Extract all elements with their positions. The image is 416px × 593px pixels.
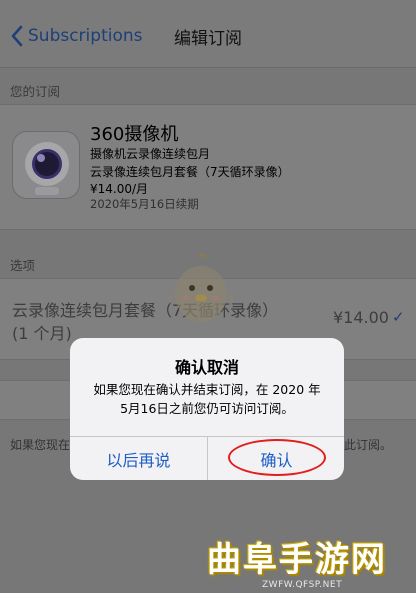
mascot-watermark-icon [168, 253, 234, 322]
footnote-text-right: 此订阅。 [344, 438, 393, 452]
alert-title: 确认取消 [174, 358, 239, 377]
renewal-date: 2020年5月16日续期 [90, 197, 199, 211]
app-name: 360摄像机 [90, 124, 179, 145]
option-duration: (1 个月) [12, 324, 72, 343]
plan-detail: 云录像连续包月套餐（7天循环录像） [90, 165, 290, 179]
alert-message-line-2: 5月16日之前您仍可访问订阅。 [120, 401, 294, 416]
watermark-url: ZWFW.QFSP.NET [262, 580, 343, 590]
highlight-circle [228, 439, 326, 476]
plan-name: 摄像机云录像连续包月 [90, 147, 211, 161]
camera-app-icon [12, 131, 80, 199]
option-price: ¥14.00 [333, 308, 389, 327]
plan-price: ¥14.00/月 [90, 182, 149, 196]
alert-message: 如果您现在确认并结束订阅，在 2020 年 5月16日之前您仍可访问订阅。 [84, 380, 330, 418]
later-button[interactable]: 以后再说 [70, 437, 207, 480]
watermark-title: 曲阜手游网 [207, 540, 387, 580]
page-title: 编辑订阅 [174, 29, 242, 49]
option-title: 云录像连续包月套餐（7天循环录像） [12, 301, 279, 320]
options-section-label: 选项 [10, 258, 36, 273]
subscription-section-label: 您的订阅 [10, 84, 61, 99]
footnote-text-left: 如果您现在 [10, 438, 71, 452]
checkmark-icon: ✓ [392, 308, 405, 326]
navigation-bar: Subscriptions 编辑订阅 [0, 0, 416, 68]
alert-message-line-1: 如果您现在确认并结束订阅，在 2020 年 [93, 382, 321, 397]
confirm-cancel-alert: 确认取消 如果您现在确认并结束订阅，在 2020 年 5月16日之前您仍可访问订… [70, 338, 344, 480]
